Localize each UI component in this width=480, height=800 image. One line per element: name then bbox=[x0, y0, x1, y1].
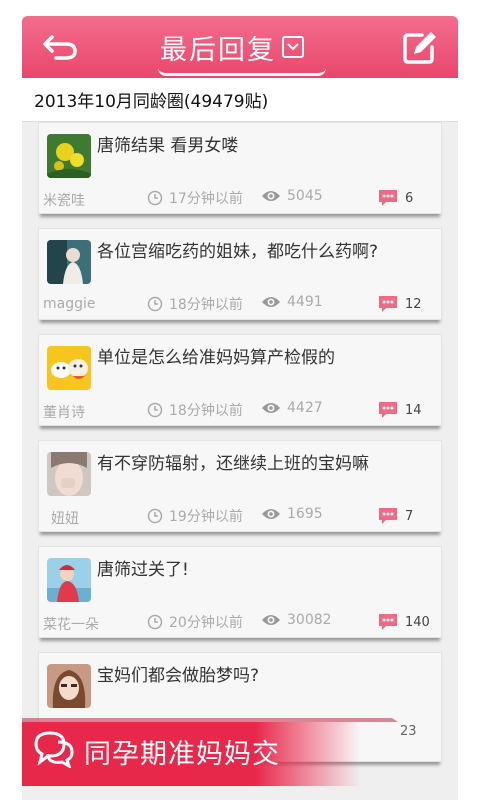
author-name: 妞妞 bbox=[51, 511, 79, 527]
title-dropdown[interactable]: 最后回复 bbox=[160, 26, 304, 68]
chat-bubbles-icon bbox=[34, 731, 74, 768]
replies-count-peek: 23 bbox=[400, 724, 417, 739]
post-title: 有不穿防辐射，还继续上班的宝妈嘛 bbox=[97, 454, 369, 474]
post-replies: 140 bbox=[377, 612, 430, 632]
views-count: 4427 bbox=[287, 400, 323, 416]
avatar bbox=[47, 664, 91, 708]
eye-icon bbox=[262, 191, 280, 201]
post-time: 18分钟以前 bbox=[147, 294, 243, 314]
banner-text: 同孕期准妈妈交 bbox=[84, 739, 280, 770]
clock-icon bbox=[147, 614, 163, 630]
post-card[interactable]: 有不穿防辐射，还继续上班的宝妈嘛 妞妞 19分钟以前 1695 7 bbox=[38, 440, 442, 532]
replies-count: 7 bbox=[405, 508, 414, 524]
post-replies: 12 bbox=[377, 294, 422, 314]
post-title: 单位是怎么给准妈妈算产检假的 bbox=[97, 348, 335, 368]
avatar bbox=[47, 452, 91, 496]
clock-icon bbox=[147, 190, 163, 206]
eye-icon bbox=[262, 403, 280, 413]
comment-icon bbox=[379, 614, 397, 630]
post-title: 唐筛过关了! bbox=[97, 560, 189, 580]
views-count: 5045 bbox=[287, 188, 323, 204]
group-info-bar: 2013年10月同龄圈(49479贴) bbox=[22, 78, 458, 122]
post-time: 17分钟以前 bbox=[147, 188, 243, 208]
avatar bbox=[47, 558, 91, 602]
back-arrow-icon bbox=[43, 35, 77, 60]
header-bar: 最后回复 bbox=[22, 16, 458, 78]
eye-icon bbox=[262, 509, 280, 519]
post-replies: 14 bbox=[377, 400, 422, 420]
clock-icon bbox=[147, 508, 163, 524]
replies-count: 14 bbox=[405, 402, 422, 418]
time-text: 17分钟以前 bbox=[169, 191, 243, 207]
post-views: 4491 bbox=[261, 294, 323, 310]
time-text: 18分钟以前 bbox=[169, 403, 243, 419]
time-text: 20分钟以前 bbox=[169, 615, 243, 631]
clock-icon bbox=[147, 296, 163, 312]
post-views: 30082 bbox=[261, 612, 332, 628]
post-card[interactable]: 唐筛过关了! 菜花一朵 20分钟以前 30082 140 bbox=[38, 546, 442, 638]
views-count: 30082 bbox=[287, 612, 332, 628]
post-views: 5045 bbox=[261, 188, 323, 204]
promo-banner[interactable]: 23 同孕期准妈妈交 bbox=[22, 714, 458, 786]
post-replies: 6 bbox=[377, 188, 413, 208]
compose-button[interactable] bbox=[400, 27, 440, 67]
post-time: 20分钟以前 bbox=[147, 612, 243, 632]
post-meta: maggie 18分钟以前 4491 12 bbox=[39, 293, 443, 315]
post-title: 宝妈们都会做胎梦吗? bbox=[97, 666, 260, 686]
chevron-down-icon bbox=[282, 36, 304, 58]
post-views: 1695 bbox=[261, 506, 323, 522]
post-title: 唐筛结果 看男女喽 bbox=[97, 136, 239, 156]
compose-icon bbox=[403, 32, 436, 64]
post-card[interactable]: 单位是怎么给准妈妈算产检假的 董肖诗 18分钟以前 4427 14 bbox=[38, 334, 442, 426]
author-name: 米瓷哇 bbox=[43, 193, 85, 209]
time-text: 19分钟以前 bbox=[169, 509, 243, 525]
replies-count: 12 bbox=[405, 296, 422, 312]
app-screen: 最后回复 2013年10月同龄圈(49479贴) 唐筛结果 看男女喽 米瓷哇 1… bbox=[22, 16, 458, 800]
avatar bbox=[47, 240, 91, 284]
comment-icon bbox=[379, 296, 397, 312]
back-button[interactable] bbox=[42, 29, 82, 65]
post-card[interactable]: 各位宫缩吃药的姐妹，都吃什么药啊? maggie 18分钟以前 4491 12 bbox=[38, 228, 442, 320]
eye-icon bbox=[262, 615, 280, 625]
author-name: 菜花一朵 bbox=[43, 617, 99, 633]
post-meta: 菜花一朵 20分钟以前 30082 140 bbox=[39, 611, 443, 633]
page-title: 最后回复 bbox=[160, 34, 276, 66]
time-text: 18分钟以前 bbox=[169, 297, 243, 313]
views-count: 4491 bbox=[287, 294, 323, 310]
post-views: 4427 bbox=[261, 400, 323, 416]
group-title: 2013年10月同龄圈(49479贴) bbox=[34, 92, 269, 112]
views-count: 1695 bbox=[287, 506, 323, 522]
comment-icon bbox=[379, 190, 397, 206]
post-replies: 7 bbox=[377, 506, 413, 526]
avatar bbox=[47, 346, 91, 390]
post-card[interactable]: 唐筛结果 看男女喽 米瓷哇 17分钟以前 5045 6 bbox=[38, 122, 442, 214]
post-meta: 妞妞 19分钟以前 1695 7 bbox=[39, 505, 443, 527]
post-time: 18分钟以前 bbox=[147, 400, 243, 420]
post-time: 19分钟以前 bbox=[147, 506, 243, 526]
comment-icon bbox=[379, 402, 397, 418]
replies-count: 6 bbox=[405, 190, 414, 206]
replies-count: 140 bbox=[405, 614, 430, 630]
title-underline bbox=[158, 68, 326, 76]
clock-icon bbox=[147, 402, 163, 418]
post-meta: 董肖诗 18分钟以前 4427 14 bbox=[39, 399, 443, 421]
eye-icon bbox=[262, 297, 280, 307]
avatar bbox=[47, 134, 91, 178]
post-title: 各位宫缩吃药的姐妹，都吃什么药啊? bbox=[97, 242, 379, 262]
post-meta: 米瓷哇 17分钟以前 5045 6 bbox=[39, 187, 443, 209]
author-name: maggie bbox=[43, 296, 96, 312]
comment-icon bbox=[379, 508, 397, 524]
author-name: 董肖诗 bbox=[43, 405, 85, 421]
